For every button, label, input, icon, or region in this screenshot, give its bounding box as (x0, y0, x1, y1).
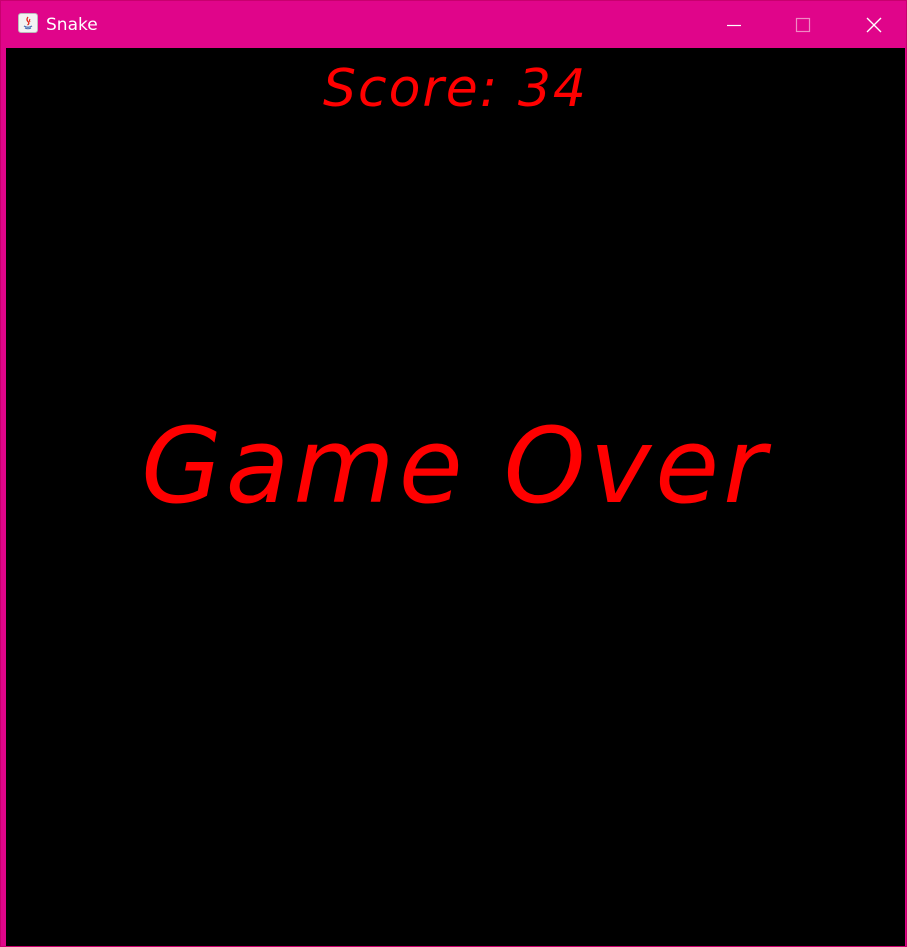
close-button[interactable] (847, 1, 893, 48)
minimize-button[interactable] (708, 1, 754, 48)
game-canvas[interactable]: Score: 34 Game Over (6, 48, 905, 946)
close-icon (866, 17, 882, 33)
title-bar[interactable]: Snake (5, 1, 904, 48)
score-text: Score: 34 (323, 59, 588, 119)
java-icon[interactable] (18, 13, 38, 33)
minimize-icon (727, 24, 741, 27)
window-title: Snake (46, 15, 98, 35)
maximize-button[interactable] (777, 1, 823, 48)
game-over-text: Game Over (141, 405, 770, 527)
snake-window: Snake Score: 34 Game Over (0, 0, 907, 947)
maximize-icon (795, 17, 811, 33)
